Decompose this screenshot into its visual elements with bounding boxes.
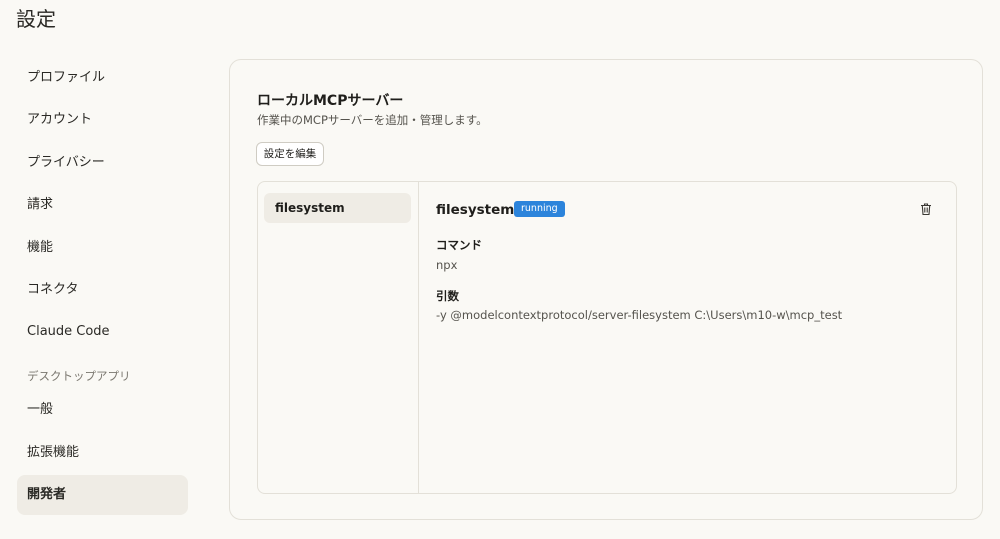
local-mcp-panel: ローカルMCPサーバー 作業中のMCPサーバーを追加・管理します。 設定を編集 … — [229, 59, 983, 520]
sidebar-item-claude-code[interactable]: Claude Code — [17, 312, 188, 352]
sidebar-item-features[interactable]: 機能 — [17, 228, 188, 268]
command-value: npx — [436, 258, 458, 272]
settings-sidebar: プロファイル アカウント プライバシー 請求 機能 コネクタ Claude Co… — [17, 58, 188, 518]
sidebar-section-desktop-app: デスクトップアプリ — [27, 369, 131, 384]
trash-icon[interactable] — [919, 202, 933, 216]
sidebar-item-connectors[interactable]: コネクタ — [17, 270, 188, 310]
section-title: ローカルMCPサーバー — [257, 93, 404, 109]
page-title: 設定 — [16, 7, 56, 31]
sidebar-item-profile[interactable]: プロファイル — [17, 58, 188, 98]
server-container: filesystem filesystem running コマンド npx 引… — [257, 181, 957, 494]
server-list: filesystem — [258, 182, 419, 493]
sidebar-item-general[interactable]: 一般 — [17, 390, 188, 430]
sidebar-item-privacy[interactable]: プライバシー — [17, 143, 188, 183]
server-detail: filesystem running コマンド npx 引数 -y @model… — [436, 182, 956, 493]
server-name: filesystem — [436, 202, 515, 218]
args-value: -y @modelcontextprotocol/server-filesyst… — [436, 308, 843, 322]
sidebar-item-extensions[interactable]: 拡張機能 — [17, 433, 188, 473]
section-description: 作業中のMCPサーバーを追加・管理します。 — [257, 113, 488, 127]
edit-config-button[interactable]: 設定を編集 — [256, 142, 324, 166]
sidebar-item-billing[interactable]: 請求 — [17, 185, 188, 225]
args-label: 引数 — [436, 289, 459, 303]
sidebar-item-developer[interactable]: 開発者 — [17, 475, 188, 516]
status-badge: running — [514, 201, 565, 217]
command-label: コマンド — [436, 238, 482, 252]
server-list-item[interactable]: filesystem — [264, 193, 411, 223]
sidebar-item-account[interactable]: アカウント — [17, 100, 188, 140]
